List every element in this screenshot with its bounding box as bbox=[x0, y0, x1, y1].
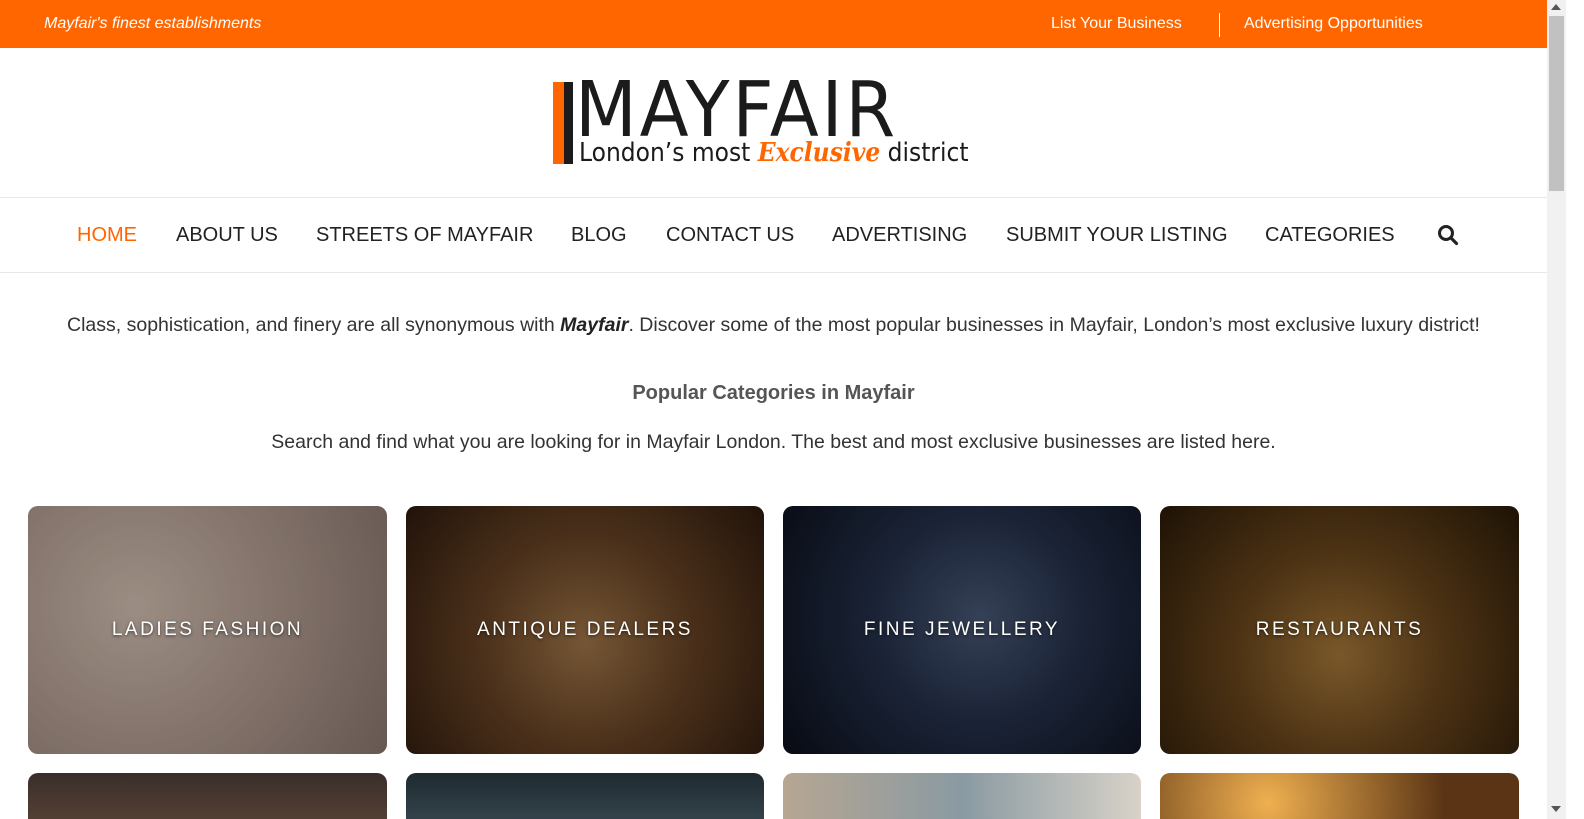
category-card-fine-jewellery[interactable]: FINE JEWELLERY bbox=[783, 506, 1141, 754]
card-label: ANTIQUE DEALERS bbox=[477, 619, 693, 640]
categories-subtitle: Search and find what you are looking for… bbox=[271, 431, 1276, 453]
main-nav: HOME ABOUT US STREETS OF MAYFAIR BLOG CO… bbox=[0, 198, 1566, 273]
search-icon[interactable] bbox=[1437, 224, 1459, 246]
logo-subtitle-accent: Exclusive bbox=[757, 138, 881, 168]
nav-advertising[interactable]: ADVERTISING bbox=[832, 224, 967, 247]
nav-blog[interactable]: BLOG bbox=[571, 224, 627, 247]
nav-contact-us[interactable]: CONTACT US bbox=[666, 224, 794, 247]
intro-text: Class, sophistication, and finery are al… bbox=[0, 314, 1547, 337]
category-card[interactable] bbox=[1160, 773, 1519, 819]
nav-streets-of-mayfair[interactable]: STREETS OF MAYFAIR bbox=[316, 224, 533, 247]
category-card[interactable] bbox=[783, 773, 1141, 819]
card-label: FINE JEWELLERY bbox=[863, 619, 1061, 640]
intro-text-start: Class, sophistication, and finery are al… bbox=[67, 314, 561, 336]
site-logo[interactable]: MAYFAIR London’s most Exclusive district bbox=[553, 72, 981, 168]
logo-subtitle-end: district bbox=[887, 138, 969, 168]
site-header: MAYFAIR London’s most Exclusive district bbox=[0, 48, 1566, 198]
category-card-antique-dealers[interactable]: ANTIQUE DEALERS bbox=[406, 506, 764, 754]
categories-title: Popular Categories in Mayfair bbox=[632, 382, 915, 404]
card-label: RESTAURANTS bbox=[1255, 619, 1424, 640]
logo-accent-bar bbox=[553, 82, 564, 164]
window-edge bbox=[1566, 0, 1584, 819]
intro-text-end: . Discover some of the most popular busi… bbox=[628, 314, 1480, 336]
logo-subtitle-start: London’s most bbox=[579, 138, 751, 168]
logo-dark-bar bbox=[564, 82, 573, 164]
scrollbar-thumb[interactable] bbox=[1549, 16, 1564, 191]
nav-categories[interactable]: CATEGORIES bbox=[1265, 224, 1395, 247]
intro-emphasis: Mayfair bbox=[560, 314, 629, 336]
category-card-restaurants[interactable]: RESTAURANTS bbox=[1160, 506, 1519, 754]
logo-subtitle: London’s most Exclusive district bbox=[579, 138, 969, 168]
list-your-business-link[interactable]: List Your Business bbox=[1051, 15, 1182, 33]
scroll-up-arrow-icon[interactable] bbox=[1551, 4, 1561, 10]
top-bar: Mayfair's finest establishments List You… bbox=[0, 0, 1566, 48]
nav-about-us[interactable]: ABOUT US bbox=[176, 224, 278, 247]
site-tagline: Mayfair's finest establishments bbox=[44, 15, 262, 32]
advertising-opportunities-link[interactable]: Advertising Opportunities bbox=[1244, 15, 1423, 33]
category-card[interactable] bbox=[406, 773, 764, 819]
card-label: LADIES FASHION bbox=[111, 619, 304, 640]
category-card-ladies-fashion[interactable]: LADIES FASHION bbox=[28, 506, 387, 754]
scroll-down-arrow-icon[interactable] bbox=[1551, 806, 1561, 812]
nav-home[interactable]: HOME bbox=[77, 224, 137, 247]
category-card[interactable] bbox=[28, 773, 387, 819]
top-bar-divider bbox=[1219, 13, 1220, 37]
nav-submit-your-listing[interactable]: SUBMIT YOUR LISTING bbox=[1006, 224, 1228, 247]
